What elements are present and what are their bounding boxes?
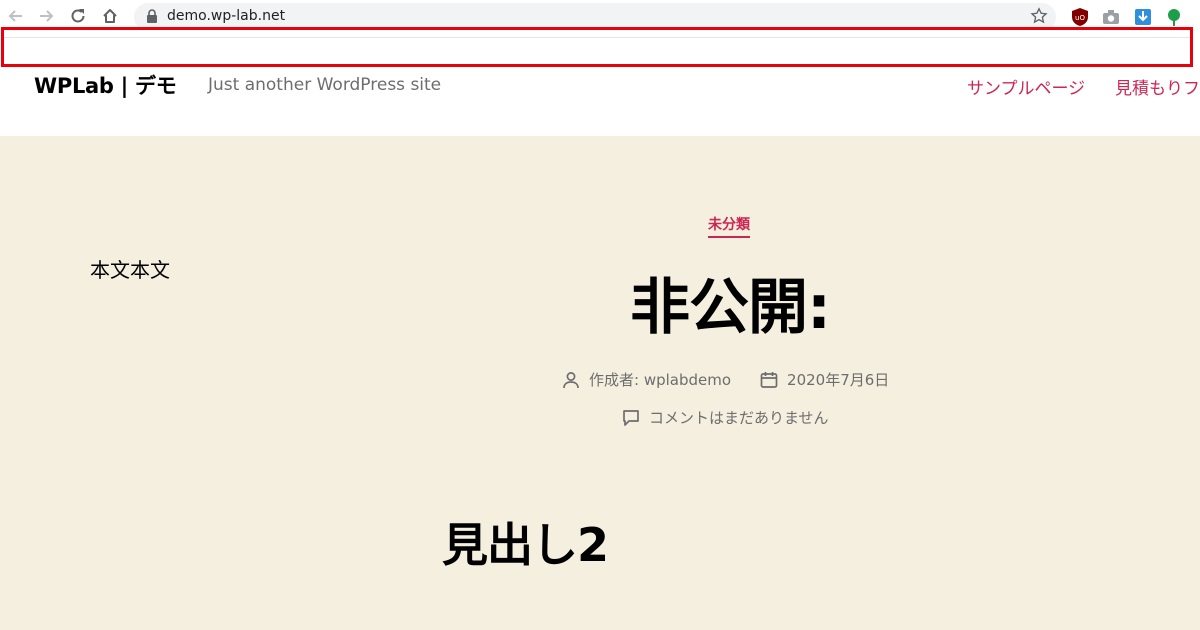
- calendar-icon: [760, 371, 778, 388]
- site-title[interactable]: WPLab | デモ: [34, 70, 177, 100]
- lock-icon: [147, 9, 157, 23]
- menu-item-estimate[interactable]: 見積もりフ: [1115, 74, 1200, 99]
- ublock-icon[interactable]: uO: [1070, 7, 1090, 27]
- menu-item-sample-page[interactable]: サンプルページ: [967, 74, 1085, 99]
- home-button[interactable]: [98, 4, 122, 28]
- heading-2: 見出し2: [442, 518, 609, 572]
- divider: [4, 37, 1190, 38]
- post-comments-link[interactable]: コメントはまだありません: [649, 407, 829, 428]
- back-icon: [8, 10, 22, 22]
- author-icon: [563, 371, 579, 388]
- post-meta-row: 作成者: wplabdemo 2020年7月6日: [561, 369, 889, 390]
- site-description: Just another WordPress site: [208, 75, 442, 95]
- reload-icon: [71, 9, 85, 23]
- back-button[interactable]: [4, 4, 28, 28]
- svg-text:uO: uO: [1075, 14, 1085, 22]
- highlight-box: [1, 27, 1193, 67]
- extension-icon[interactable]: [1164, 7, 1184, 27]
- home-icon: [103, 9, 117, 23]
- camera-icon[interactable]: [1101, 7, 1121, 27]
- forward-button[interactable]: [34, 4, 58, 28]
- url-text: demo.wp-lab.net: [167, 8, 286, 24]
- site-header: WPLab | デモ Just another WordPress site サ…: [0, 67, 1200, 136]
- forward-icon: [40, 10, 54, 22]
- reload-button[interactable]: [66, 4, 90, 28]
- post-date[interactable]: 2020年7月6日: [787, 369, 889, 390]
- main-content: 本文本文 未分類 非公開: 作成者: wplabdemo 2020年7月6日 コ…: [0, 136, 1200, 630]
- post-title: 非公開:: [630, 273, 831, 343]
- category-link[interactable]: 未分類: [708, 214, 750, 238]
- download-icon[interactable]: [1133, 7, 1153, 27]
- star-icon[interactable]: [1030, 7, 1048, 25]
- post-author[interactable]: 作成者: wplabdemo: [589, 369, 731, 390]
- comment-icon: [623, 409, 639, 426]
- post-comments-row: コメントはまだありません: [621, 407, 829, 428]
